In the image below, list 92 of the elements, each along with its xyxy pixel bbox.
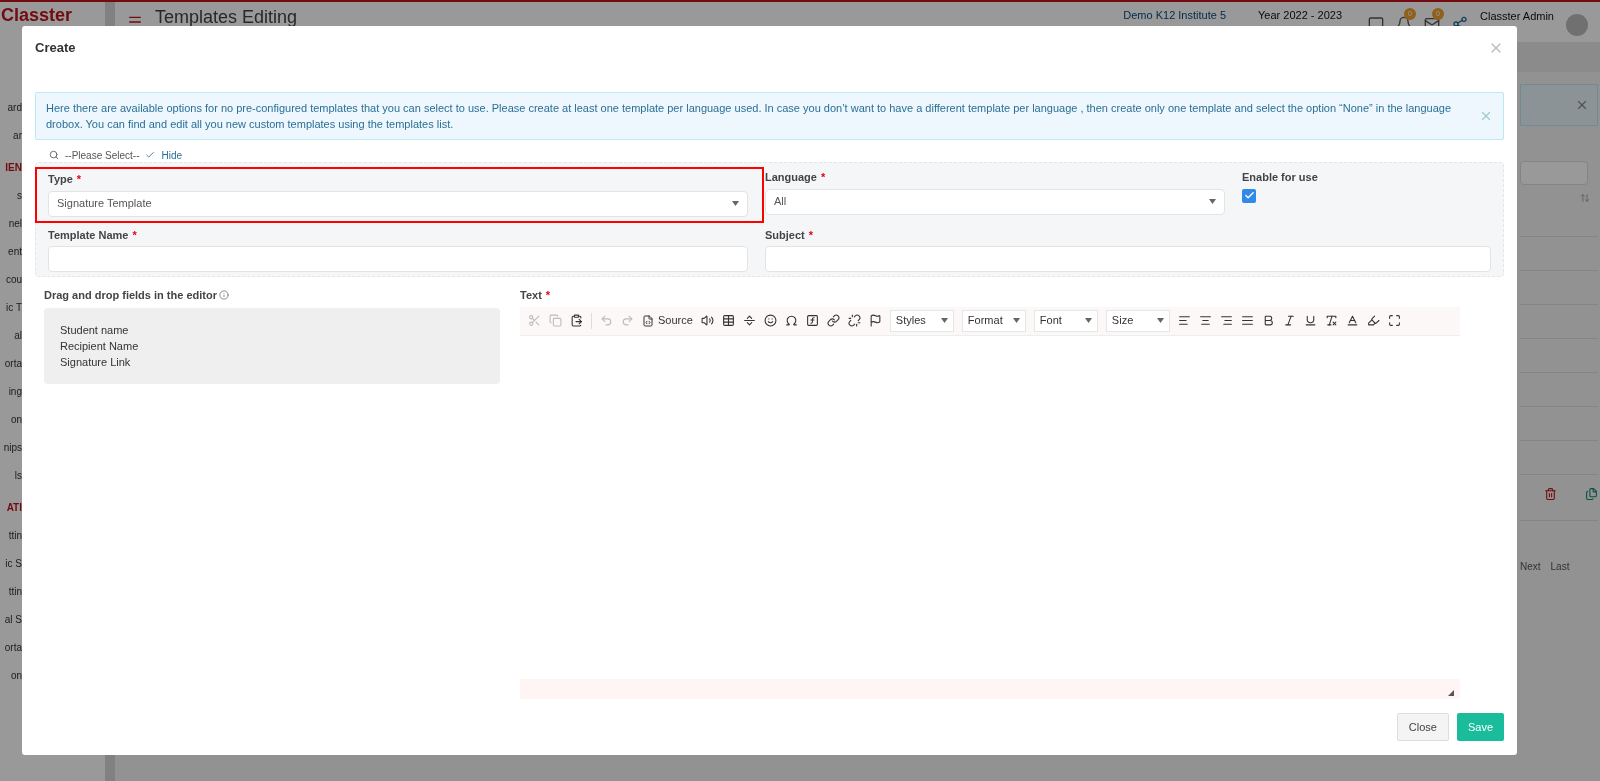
sidebar-item[interactable]: orta <box>0 350 22 378</box>
required-mark: * <box>808 227 813 243</box>
text-field[interactable] <box>765 246 1491 272</box>
sidebar-item[interactable]: orta <box>0 634 22 662</box>
sidebar-item[interactable]: al <box>0 322 22 350</box>
resize-handle-icon[interactable] <box>1448 690 1454 696</box>
background-color-icon[interactable] <box>1366 314 1380 327</box>
sidebar-item[interactable]: nel <box>0 210 22 238</box>
field-label: Language <box>765 170 817 185</box>
caret-icon <box>1084 318 1092 323</box>
italic-icon[interactable] <box>1282 314 1296 327</box>
merge-field[interactable]: Recipient Name <box>60 337 484 354</box>
sidebar-item[interactable]: on <box>0 662 22 690</box>
text-field[interactable] <box>48 246 748 272</box>
source-icon <box>642 314 654 327</box>
merge-field[interactable]: Signature Link <box>60 353 484 370</box>
sidebar-item[interactable]: ic T <box>0 294 22 322</box>
text-color-icon[interactable] <box>1345 314 1359 327</box>
select-field[interactable]: Signature Template <box>48 190 748 217</box>
user-menu[interactable]: Classter Admin <box>1480 8 1554 25</box>
sidebar-item[interactable]: ttin <box>0 522 22 550</box>
source-button[interactable]: Source <box>642 312 693 329</box>
sidebar-item[interactable]: on <box>0 406 22 434</box>
sidebar-item[interactable]: ent <box>0 238 22 266</box>
caret-icon <box>1012 318 1020 323</box>
sidebar-item[interactable]: ttin <box>0 578 22 606</box>
page-title: Templates Editing <box>155 6 298 29</box>
logo: Classter <box>0 4 74 27</box>
sidebar-item[interactable]: ard <box>0 94 22 122</box>
toolbar-dropdown[interactable]: Font <box>1033 309 1098 332</box>
merge-field[interactable]: Student name <box>60 321 484 338</box>
link-icon[interactable] <box>826 314 840 327</box>
merge-fields-title: Drag and drop fields in the editor <box>44 288 217 303</box>
pager-link[interactable]: Last <box>1550 559 1570 574</box>
sidebar-item[interactable]: ic S <box>0 550 22 578</box>
dialog-title: Create <box>35 39 76 58</box>
clear-format-icon[interactable] <box>1324 314 1338 327</box>
required-mark: * <box>545 288 551 303</box>
underline-icon[interactable] <box>1303 314 1317 327</box>
field-label: Subject <box>765 227 805 243</box>
caret-icon <box>732 201 739 206</box>
align-center-icon[interactable] <box>1198 314 1212 327</box>
flag-icon[interactable] <box>868 314 882 327</box>
select-field[interactable]: All <box>765 188 1225 215</box>
field-label: Template Name <box>48 227 129 243</box>
checkbox[interactable] <box>1242 188 1256 203</box>
maximize-icon[interactable] <box>1387 314 1401 327</box>
align-right-icon[interactable] <box>1219 314 1233 327</box>
sidebar-item[interactable]: s <box>0 182 22 210</box>
copy-icon[interactable] <box>1585 487 1598 501</box>
sidebar-item[interactable]: ing <box>0 378 22 406</box>
smiley-icon[interactable] <box>763 314 777 327</box>
check-icon <box>145 150 156 160</box>
justify-icon[interactable] <box>1240 314 1254 327</box>
close-icon[interactable] <box>1575 98 1589 112</box>
paste-icon[interactable] <box>570 314 583 327</box>
unlink-icon[interactable] <box>847 314 861 327</box>
required-mark: * <box>76 172 82 187</box>
caret-icon <box>940 318 948 323</box>
toolbar-dropdown[interactable]: Styles <box>889 309 954 332</box>
caret-icon <box>1156 318 1164 323</box>
pager-link[interactable]: Next <box>1520 559 1541 574</box>
search-placeholder[interactable]: --Please Select-- <box>65 147 140 163</box>
field-label: Enable for use <box>1242 170 1318 185</box>
function-icon[interactable] <box>805 314 819 327</box>
caret-icon <box>1209 199 1216 204</box>
sidebar-item[interactable]: cou <box>0 266 22 294</box>
close-button[interactable]: Close <box>1396 713 1449 741</box>
sidebar-item[interactable]: al S <box>0 606 22 634</box>
align-left-icon[interactable] <box>1177 314 1191 327</box>
table-icon[interactable] <box>721 314 735 327</box>
toolbar-dropdown[interactable]: Format <box>961 309 1026 332</box>
info-text: Here there are available options for no pre-configured templates that you can select to use. Please create at least one template per language used. In case you don’t want to have a different template per language , then create only one template and select the option “None” in the language drobox. You can find and edit all you new custom templates using the templates list. <box>46 101 1453 132</box>
sidebar-item[interactable]: ls <box>0 462 22 490</box>
trash-icon[interactable] <box>1544 487 1557 501</box>
info-icon <box>218 290 229 301</box>
select-value: Signature Template <box>57 196 152 212</box>
omega-icon[interactable] <box>784 314 798 327</box>
select-value: All <box>774 194 787 210</box>
search-icon <box>49 150 59 160</box>
sidebar-section: ATI <box>0 494 22 522</box>
field-label: Type <box>48 172 73 187</box>
sidebar-item[interactable]: ar <box>0 122 22 150</box>
required-mark: * <box>132 227 137 243</box>
toolbar-dropdown[interactable]: Size <box>1105 309 1170 332</box>
speaker-icon[interactable] <box>700 314 714 327</box>
sidebar-section: IEN <box>0 154 22 182</box>
horizontal-line-icon[interactable] <box>742 314 756 327</box>
required-mark: * <box>820 170 826 185</box>
hide-link[interactable]: Hide <box>161 147 183 163</box>
sidebar-item[interactable]: nips <box>0 434 22 462</box>
field-label: Text <box>520 288 542 303</box>
